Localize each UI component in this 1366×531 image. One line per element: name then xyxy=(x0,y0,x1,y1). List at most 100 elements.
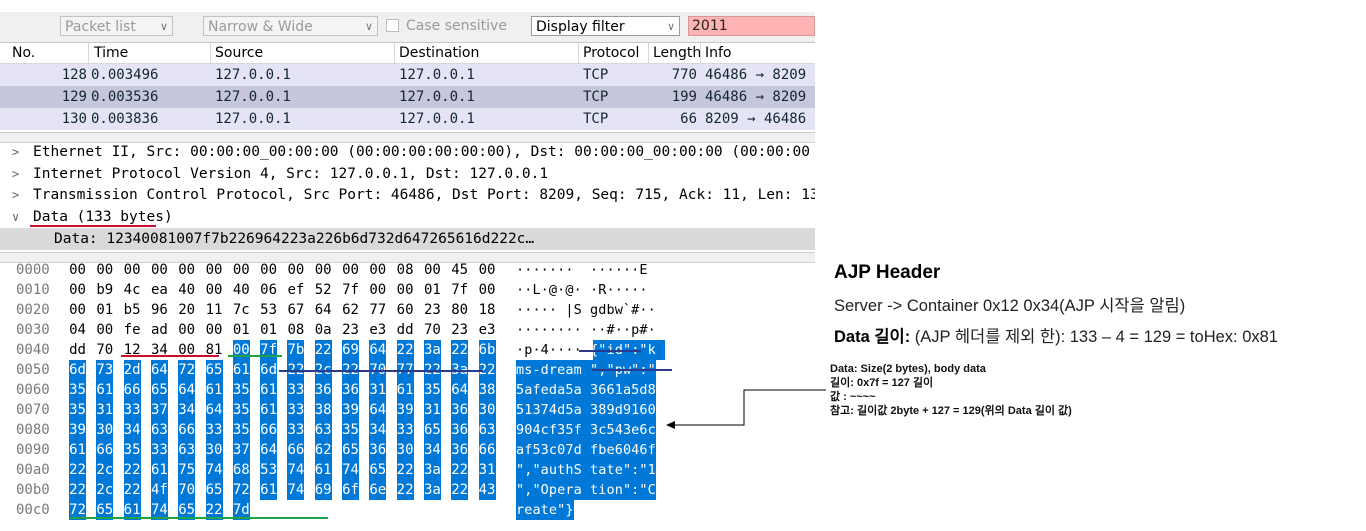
hex-ascii[interactable]: ","Opera tion":"C xyxy=(516,480,656,500)
hex-byte[interactable]: 22 xyxy=(451,480,469,500)
hex-byte[interactable]: 96 xyxy=(151,300,168,320)
hex-byte[interactable]: 39 xyxy=(342,400,359,420)
chevron-right-icon[interactable]: > xyxy=(12,184,19,206)
hex-byte[interactable]: 61 xyxy=(396,380,414,400)
hex-ascii[interactable]: reate"} xyxy=(516,500,574,520)
hex-byte[interactable]: 74 xyxy=(205,460,223,480)
hex-byte[interactable]: ea xyxy=(151,280,168,300)
hex-byte[interactable]: 34 xyxy=(151,340,168,360)
hex-byte[interactable]: 01 xyxy=(233,320,250,340)
hex-byte[interactable]: 66 xyxy=(287,440,305,460)
hex-byte[interactable]: 00 xyxy=(69,300,86,320)
hex-byte[interactable]: 22 xyxy=(123,460,141,480)
hex-byte[interactable]: 62 xyxy=(342,300,359,320)
hex-byte[interactable]: 2c xyxy=(96,460,114,480)
column-no[interactable]: No. xyxy=(12,44,35,62)
hex-byte[interactable]: 63 xyxy=(478,420,496,440)
chevron-down-icon[interactable]: ∨ xyxy=(12,206,19,228)
hex-byte[interactable]: b9 xyxy=(96,280,113,300)
column-destination[interactable]: Destination xyxy=(399,44,479,62)
hex-byte[interactable]: 36 xyxy=(451,420,469,440)
hex-byte[interactable]: 77 xyxy=(369,300,386,320)
hex-ascii[interactable]: ········ ··#··p#· xyxy=(516,320,656,340)
hex-byte[interactable]: 00 xyxy=(369,260,386,280)
hex-byte[interactable]: 62 xyxy=(314,440,332,460)
hex-byte[interactable]: 34 xyxy=(178,400,196,420)
hex-byte[interactable]: 36 xyxy=(451,400,469,420)
hex-byte[interactable]: 3a xyxy=(423,480,441,500)
hex-byte[interactable]: 61 xyxy=(314,460,332,480)
hex-byte[interactable]: 65 xyxy=(423,420,441,440)
hex-row[interactable]: 0020 00 01 b5 96 20 11 7c 53 67 64 62 77 60 23 80 18 ····… xyxy=(0,300,815,320)
hex-byte[interactable]: 34 xyxy=(423,440,441,460)
hex-byte[interactable]: 08 xyxy=(397,260,414,280)
hex-byte[interactable]: 74 xyxy=(287,480,305,500)
hex-byte[interactable]: 4f xyxy=(150,480,168,500)
hex-byte[interactable]: 35 xyxy=(232,420,250,440)
hex-byte[interactable]: 7f xyxy=(451,280,468,300)
hex-byte[interactable]: e3 xyxy=(479,320,496,340)
data-field-row[interactable]: Data: 12340081007f7b226964223a226b6d732d… xyxy=(0,228,815,250)
hex-byte[interactable]: 22 xyxy=(69,460,86,480)
hex-byte[interactable]: 00 xyxy=(206,280,223,300)
packet-row[interactable]: 129 0.003536 127.0.0.1 127.0.0.1 TCP 199 46486… xyxy=(0,86,815,108)
hex-byte[interactable]: 36 xyxy=(314,380,332,400)
hex-byte[interactable]: dd xyxy=(69,340,86,360)
hex-byte[interactable]: 68 xyxy=(232,460,250,480)
hex-byte[interactable]: 63 xyxy=(314,420,332,440)
hex-byte[interactable]: e3 xyxy=(369,320,386,340)
hex-byte[interactable]: 36 xyxy=(342,380,359,400)
hex-byte[interactable]: 3a xyxy=(423,460,441,480)
hex-byte[interactable]: 67 xyxy=(287,300,304,320)
hex-byte[interactable]: 30 xyxy=(96,420,114,440)
hex-byte[interactable]: 7f xyxy=(342,280,359,300)
hex-byte[interactable]: ef xyxy=(287,280,304,300)
search-input[interactable]: 2011 xyxy=(688,16,815,36)
hex-byte[interactable]: 35 xyxy=(232,380,250,400)
hex-byte[interactable]: 00 xyxy=(287,260,304,280)
hex-byte[interactable]: 35 xyxy=(423,380,441,400)
hex-byte[interactable]: 00 xyxy=(479,260,496,280)
hex-byte[interactable]: 6d xyxy=(69,360,86,380)
hex-byte[interactable]: fe xyxy=(124,320,141,340)
hex-byte[interactable]: 72 xyxy=(178,360,196,380)
detail-row[interactable]: > Transmission Control Protocol, Src Port… xyxy=(0,184,815,206)
hex-byte[interactable]: 30 xyxy=(478,400,496,420)
hex-byte[interactable]: 38 xyxy=(478,380,496,400)
hex-row[interactable]: 0010 00 b9 4c ea 40 00 40 06 ef 52 7f 00 00 01 7f 00 ··L·… xyxy=(0,280,815,300)
hex-byte[interactable]: 23 xyxy=(342,320,359,340)
hex-byte[interactable]: 6b xyxy=(478,340,496,360)
hex-byte[interactable]: 64 xyxy=(205,400,223,420)
hex-byte[interactable]: 31 xyxy=(369,380,387,400)
hex-byte[interactable]: 66 xyxy=(178,420,196,440)
hex-ascii[interactable]: 5afeda5a 3661a5d8 xyxy=(516,380,656,400)
hex-byte[interactable]: 64 xyxy=(369,400,387,420)
hex-byte[interactable]: 00 xyxy=(206,260,223,280)
hex-byte[interactable]: 0a xyxy=(315,320,332,340)
hex-ascii[interactable]: 904cf35f 3c543e6c xyxy=(516,420,656,440)
hex-row[interactable]: 00a0 22 2c 22 61 75 74 68 53 74 61 74 65 22 3a 22 31 ","a… xyxy=(0,460,815,480)
packet-list-combo[interactable]: Packet list ∨ xyxy=(60,16,173,36)
hex-byte[interactable]: 64 xyxy=(150,360,168,380)
hex-byte[interactable]: 00 xyxy=(342,260,359,280)
hex-byte[interactable]: 22 xyxy=(396,480,414,500)
hex-ascii[interactable]: ··L·@·@· ·R····· xyxy=(516,280,648,300)
hex-byte[interactable]: 52 xyxy=(315,280,332,300)
hex-byte[interactable]: 69 xyxy=(314,480,332,500)
hex-byte[interactable]: 00 xyxy=(206,320,223,340)
display-filter-combo[interactable]: Display filter ∨ xyxy=(531,16,680,36)
hex-byte[interactable]: 37 xyxy=(150,400,168,420)
hex-byte[interactable]: 30 xyxy=(205,440,223,460)
hex-byte[interactable]: 37 xyxy=(232,440,250,460)
hex-byte[interactable]: 70 xyxy=(96,340,113,360)
hex-byte[interactable]: 61 xyxy=(260,400,278,420)
hex-ascii[interactable]: ","authS tate":"1 xyxy=(516,460,656,480)
hex-byte[interactable]: 20 xyxy=(178,300,195,320)
hex-byte[interactable]: 81 xyxy=(206,340,223,360)
chevron-right-icon[interactable]: > xyxy=(12,163,19,185)
hex-byte[interactable]: 22 xyxy=(314,340,332,360)
hex-byte[interactable]: 66 xyxy=(123,380,141,400)
packet-row[interactable]: 128 0.003496 127.0.0.1 127.0.0.1 TCP 770 46486… xyxy=(0,64,815,86)
hex-byte[interactable]: 65 xyxy=(205,480,223,500)
hex-byte[interactable]: 65 xyxy=(342,440,359,460)
